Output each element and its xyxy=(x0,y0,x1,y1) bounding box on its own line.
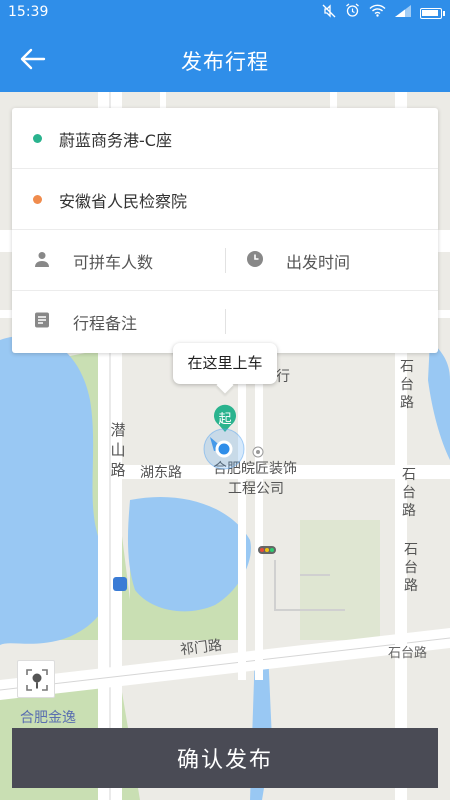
header-bar: 发布行程 xyxy=(0,26,450,92)
seats-time-row: 可拼车人数 出发时间 xyxy=(12,230,438,291)
locate-me-button[interactable] xyxy=(17,660,55,698)
destination-row[interactable]: 安徽省人民检察院 xyxy=(12,169,438,230)
signal-icon xyxy=(395,4,411,23)
map-label: 湖东路 xyxy=(140,465,182,481)
origin-dot-icon xyxy=(33,134,42,143)
battery-icon xyxy=(420,8,445,19)
status-time: 15:39 xyxy=(8,4,49,20)
trip-form-card: 蔚蓝商务港-C座 安徽省人民检察院 可拼车人数 出发时间 行程备注 xyxy=(12,108,438,353)
divider xyxy=(225,309,226,334)
confirm-publish-button[interactable]: 确认发布 xyxy=(12,728,438,788)
origin-row[interactable]: 蔚蓝商务港-C座 xyxy=(12,108,438,169)
map-label: 石台路 xyxy=(404,542,418,594)
pickup-tooltip: 在这里上车 xyxy=(173,343,277,384)
map-label: 石台路 xyxy=(400,359,414,411)
note-icon xyxy=(33,311,51,329)
map-label: 石台路 xyxy=(388,646,428,661)
current-location-icon xyxy=(200,425,248,473)
seats-field[interactable]: 可拼车人数 xyxy=(12,230,225,291)
status-bar: 15:39 xyxy=(0,0,450,26)
clock-icon xyxy=(246,250,264,268)
note-placeholder: 行程备注 xyxy=(73,314,138,333)
time-field[interactable]: 出发时间 xyxy=(226,230,438,291)
map-label: 石台路 xyxy=(402,467,416,519)
time-placeholder: 出发时间 xyxy=(286,253,351,272)
destination-dot-icon xyxy=(33,195,42,204)
page-title: 发布行程 xyxy=(181,50,269,74)
map-label: 行 xyxy=(276,369,290,385)
person-icon xyxy=(33,250,51,268)
destination-text: 安徽省人民检察院 xyxy=(59,192,188,211)
seats-placeholder: 可拼车人数 xyxy=(73,253,154,272)
alarm-icon xyxy=(345,3,360,24)
status-icons xyxy=(322,3,445,24)
map-label: 合肥金逸 xyxy=(20,710,76,726)
origin-text: 蔚蓝商务港-C座 xyxy=(59,131,172,150)
map-label: 工程公司 xyxy=(228,481,284,497)
wifi-icon xyxy=(369,4,386,23)
mute-icon xyxy=(322,3,336,24)
map-label: 潜山路 xyxy=(110,421,126,479)
